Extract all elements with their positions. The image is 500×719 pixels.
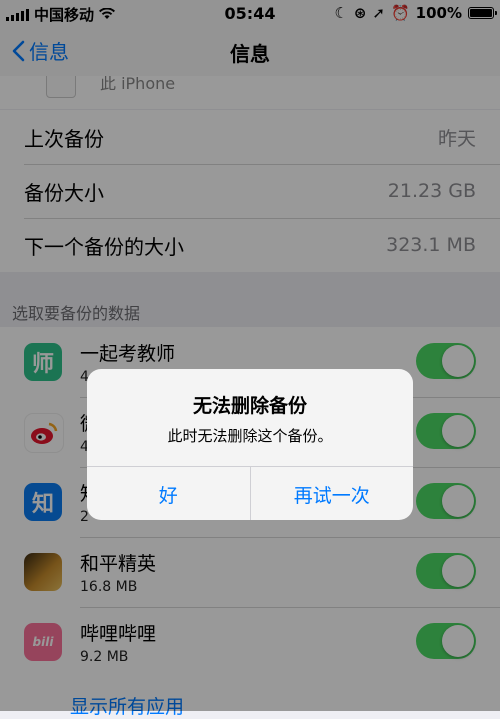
alert-actions: 好 再试一次 — [87, 466, 413, 520]
alert-message: 此时无法删除这个备份。 — [167, 427, 333, 445]
ok-button[interactable]: 好 — [87, 467, 250, 520]
alert-title: 无法删除备份 — [192, 395, 307, 417]
modal-overlay — [0, 0, 500, 711]
alert-dialog: 无法删除备份 此时无法删除这个备份。 好 再试一次 — [87, 369, 413, 520]
retry-button[interactable]: 再试一次 — [249, 467, 414, 520]
